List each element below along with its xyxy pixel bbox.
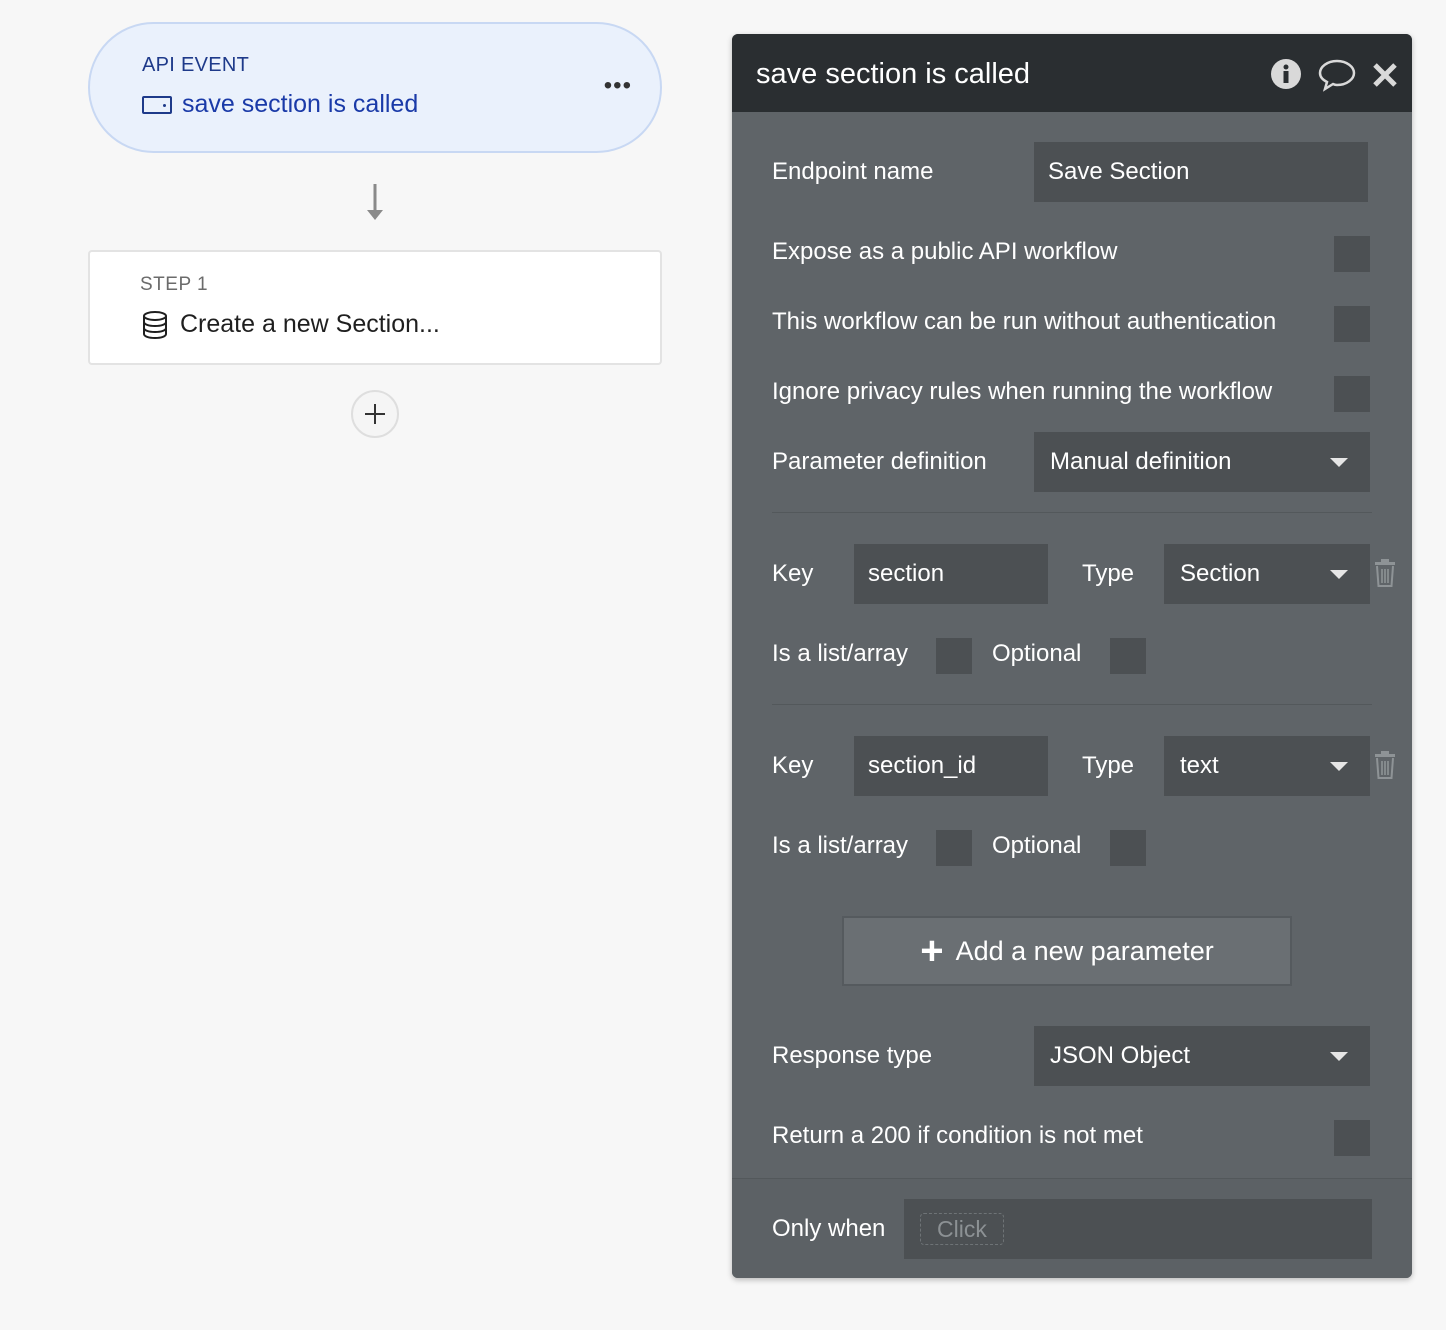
property-editor-panel: save section is called Endpoint name Sav…: [732, 34, 1412, 1278]
only-when-label: Only when: [772, 1215, 886, 1242]
chevron-down-icon: [1330, 570, 1348, 579]
param-list-checkbox[interactable]: [936, 638, 972, 674]
param-list-checkbox[interactable]: [936, 830, 972, 866]
ignore-privacy-checkbox[interactable]: [1334, 376, 1370, 412]
event-kicker: API EVENT: [142, 54, 250, 76]
param-optional-checkbox[interactable]: [1110, 830, 1146, 866]
parameter-definition-value: Manual definition: [1050, 448, 1232, 475]
trash-icon[interactable]: [1374, 558, 1396, 588]
plus-icon: +: [920, 929, 944, 973]
expose-public-label: Expose as a public API workflow: [772, 238, 1118, 265]
param-type-select[interactable]: text: [1164, 736, 1370, 796]
parameter-definition-label: Parameter definition: [772, 448, 987, 475]
event-title: save section is called: [182, 90, 419, 118]
step-kicker: STEP 1: [140, 274, 209, 295]
info-icon[interactable]: [1270, 58, 1302, 90]
response-type-label: Response type: [772, 1042, 933, 1069]
param-optional-checkbox[interactable]: [1110, 638, 1146, 674]
param-key-label: Key: [772, 752, 814, 779]
arrow-down-icon: [367, 184, 383, 220]
chevron-down-icon: [1330, 1052, 1348, 1061]
parameter-definition-select[interactable]: Manual definition: [1034, 432, 1370, 492]
ignore-privacy-label: Ignore privacy rules when running the wo…: [772, 378, 1273, 405]
panel-header: save section is called: [732, 34, 1412, 112]
param-optional-label: Optional: [992, 832, 1082, 859]
step-title-row: Create a new Section...: [142, 310, 440, 339]
divider: [772, 512, 1372, 513]
param-type-value: text: [1180, 752, 1219, 779]
step-card[interactable]: STEP 1 Create a new Section...: [88, 250, 662, 365]
param-type-select[interactable]: Section: [1164, 544, 1370, 604]
return-200-label: Return a 200 if condition is not met: [772, 1122, 1143, 1149]
param-list-label: Is a list/array: [772, 832, 909, 859]
workflow-editor: API EVENT save section is called ••• STE…: [0, 0, 1446, 1330]
param-type-label: Type: [1082, 560, 1135, 587]
param-key-input[interactable]: section: [854, 544, 1048, 604]
chevron-down-icon: [1330, 762, 1348, 771]
add-parameter-button[interactable]: + Add a new parameter: [842, 916, 1292, 986]
add-step-button[interactable]: [351, 390, 399, 438]
divider: [772, 704, 1372, 705]
comment-icon[interactable]: [1318, 58, 1356, 92]
response-type-value: JSON Object: [1050, 1042, 1191, 1069]
expose-public-checkbox[interactable]: [1334, 236, 1370, 272]
param-type-label: Type: [1082, 752, 1135, 779]
only-when-input[interactable]: Click: [904, 1199, 1372, 1259]
event-title-row: save section is called: [142, 90, 418, 119]
step-title: Create a new Section...: [180, 310, 440, 338]
api-event-icon: [142, 95, 172, 114]
param-key-label: Key: [772, 560, 814, 587]
return-200-checkbox[interactable]: [1334, 1120, 1370, 1156]
param-list-label: Is a list/array: [772, 640, 909, 667]
param-optional-label: Optional: [992, 640, 1082, 667]
param-key-input[interactable]: section_id: [854, 736, 1048, 796]
api-event-card[interactable]: API EVENT save section is called •••: [88, 22, 662, 153]
trash-icon[interactable]: [1374, 750, 1396, 780]
database-icon: [143, 310, 167, 339]
chevron-down-icon: [1330, 458, 1348, 467]
panel-title: save section is called: [756, 58, 1031, 90]
more-options-icon[interactable]: •••: [604, 72, 632, 100]
endpoint-name-label: Endpoint name: [772, 158, 934, 185]
response-type-select[interactable]: JSON Object: [1034, 1026, 1370, 1086]
plus-icon: [365, 404, 385, 424]
no-auth-checkbox[interactable]: [1334, 306, 1370, 342]
close-icon[interactable]: [1372, 62, 1398, 88]
add-parameter-label: Add a new parameter: [955, 935, 1214, 966]
param-type-value: Section: [1180, 560, 1261, 587]
click-token[interactable]: Click: [920, 1213, 1004, 1245]
condition-section: Only when Click: [732, 1178, 1412, 1278]
endpoint-name-input[interactable]: Save Section: [1034, 142, 1368, 202]
no-auth-label: This workflow can be run without authent…: [772, 308, 1277, 335]
